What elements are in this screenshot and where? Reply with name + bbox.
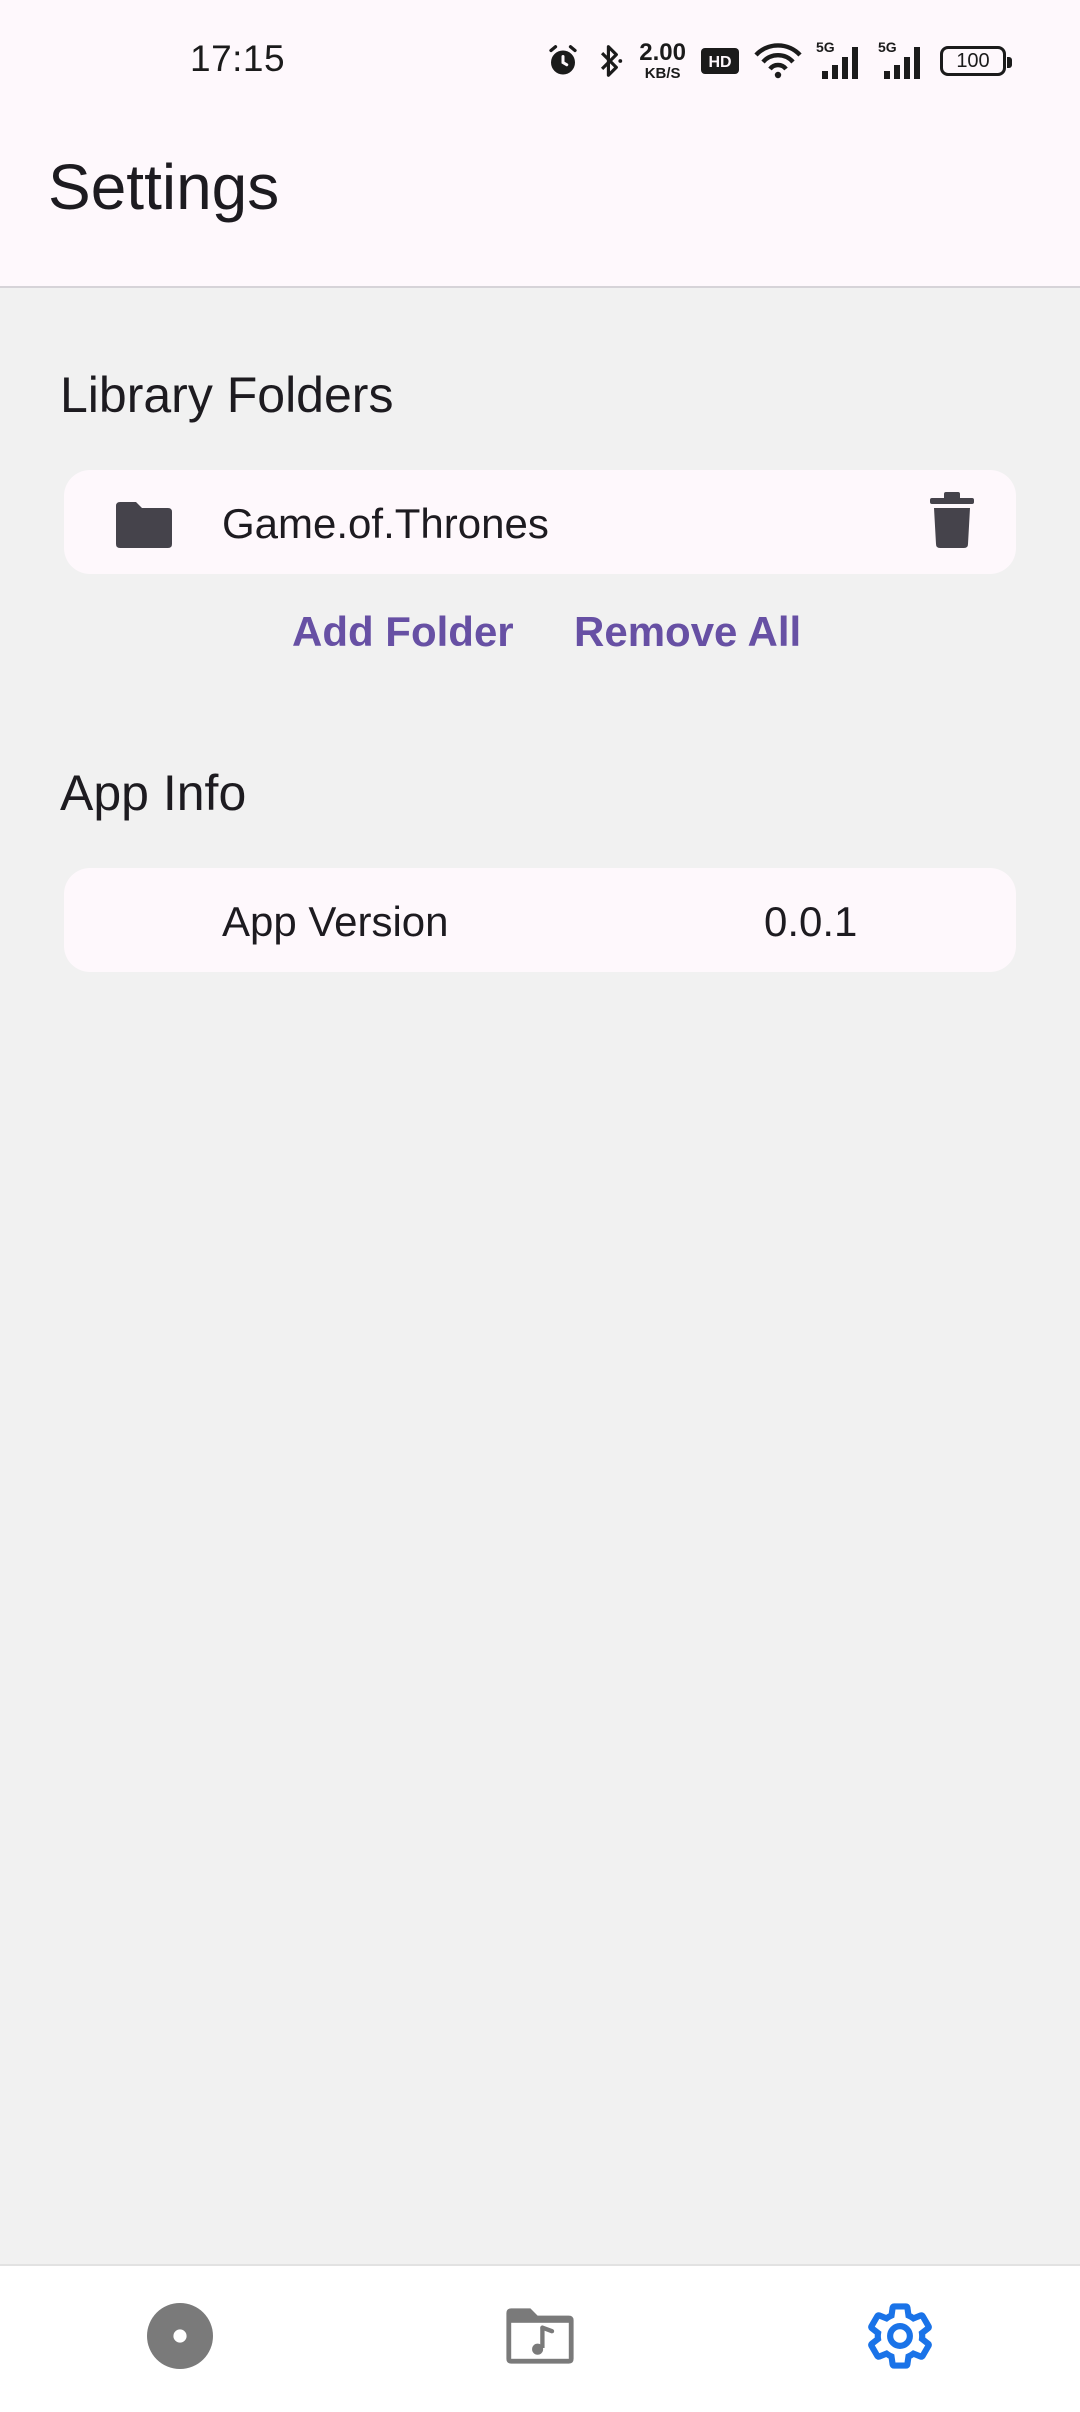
app-version-value: 0.0.1 [764,898,858,945]
alarm-icon [545,43,581,79]
remove-all-button[interactable]: Remove All [566,602,809,662]
nav-item-library[interactable] [480,2288,600,2388]
trash-icon [930,491,974,553]
net-speed-unit: KB/S [644,65,681,82]
disc-icon [144,2300,216,2377]
folder-icon [112,498,176,555]
net-speed-value: 2.00 [639,39,686,66]
status-icons: 2.00 KB/S HD 5G 5G 100 [545,36,1012,86]
status-time: 17:15 [190,38,286,79]
page-title: Settings [48,151,280,223]
bluetooth-icon [595,42,625,80]
battery-icon: 100 [940,46,1012,76]
nav-item-now-playing[interactable] [120,2288,240,2388]
battery-level: 100 [956,49,990,72]
status-bar: 17:15 2.00 KB/S HD 5G 5G 100 [0,0,1080,120]
delete-folder-button[interactable] [922,491,982,553]
app-version-row: App Version 0.0.1 [64,868,1016,972]
app-version-label: App Version [222,898,449,945]
gear-icon [863,2299,937,2378]
network-speed: 2.00 KB/S [639,39,686,82]
folder-name: Game.of.Thrones [222,500,549,547]
signal-label: 5G [816,39,835,55]
signal-label: 5G [878,39,897,55]
wifi-icon [754,43,802,79]
music-folder-icon [504,2306,576,2371]
signal-icon: 5G [816,39,864,79]
add-folder-button[interactable]: Add Folder [284,602,522,662]
hd-icon: HD [700,46,740,76]
folder-list-item[interactable]: Game.of.Thrones [64,470,1016,574]
nav-item-settings[interactable] [840,2288,960,2388]
hd-badge-text: HD [708,54,731,71]
app-bar: Settings [0,120,1080,288]
bottom-navigation [0,2264,1080,2412]
signal-icon: 5G [878,39,926,79]
section-title-app-info: App Info [60,765,247,821]
section-title-library: Library Folders [60,367,394,423]
